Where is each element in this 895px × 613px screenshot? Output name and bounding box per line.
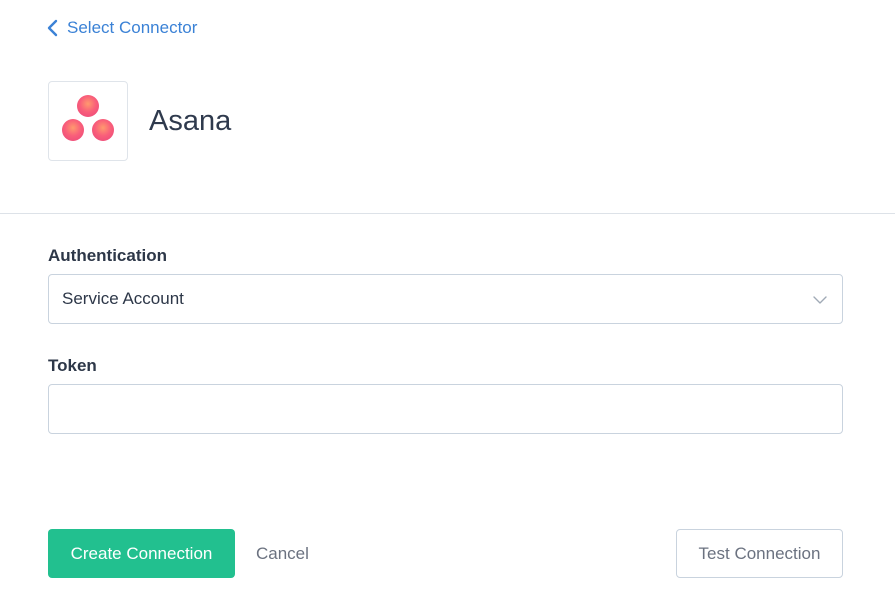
token-input[interactable]: [48, 384, 843, 434]
authentication-select[interactable]: Service Account: [48, 274, 843, 324]
asana-logo-icon: [60, 93, 116, 150]
back-to-select-connector-link[interactable]: Select Connector: [46, 18, 197, 38]
connector-header: Asana: [48, 81, 231, 161]
chevron-left-icon: [46, 19, 58, 37]
back-link-label: Select Connector: [67, 18, 198, 37]
test-connection-button[interactable]: Test Connection: [676, 529, 843, 578]
connector-logo: [48, 81, 128, 161]
token-label: Token: [48, 356, 97, 375]
authentication-selected-value: Service Account: [62, 289, 184, 308]
connector-title: Asana: [149, 104, 232, 137]
connector-setup-page: Select Connector Asana Authentication Se…: [0, 0, 895, 613]
section-divider: [0, 213, 895, 214]
authentication-label: Authentication: [48, 246, 167, 265]
chevron-down-icon: [813, 289, 827, 309]
create-connection-button[interactable]: Create Connection: [48, 529, 235, 578]
cancel-button[interactable]: Cancel: [256, 529, 309, 578]
